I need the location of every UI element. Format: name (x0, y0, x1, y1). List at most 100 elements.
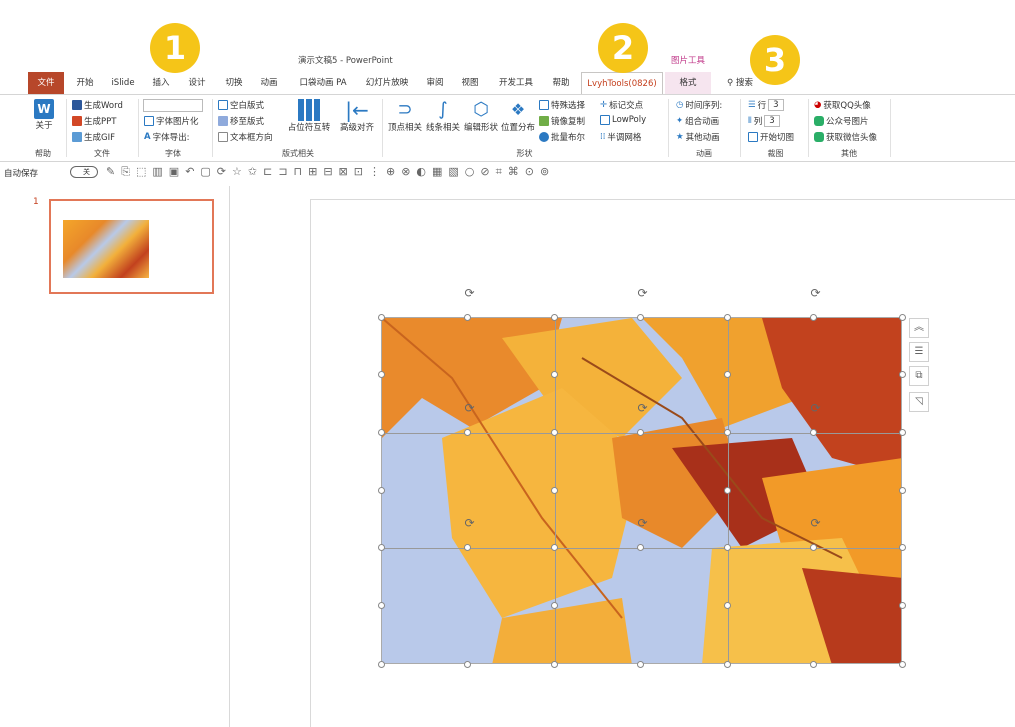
resize-handle[interactable] (899, 314, 906, 321)
tab-lvyhtools[interactable]: LvyhTools(0826) (581, 72, 663, 94)
get-wechat-avatar-button[interactable]: 获取微信头像 (814, 131, 877, 143)
resize-handle[interactable] (724, 544, 731, 551)
crop-corner-icon[interactable]: ◹ (909, 392, 929, 412)
text-direction-button[interactable]: 文本框方向 (218, 131, 273, 143)
arrange-icon[interactable]: ⧉ (909, 366, 929, 386)
special-select-button[interactable]: 特殊选择 (539, 99, 585, 111)
tab-slideshow[interactable]: 幻灯片放映 (362, 72, 412, 94)
tab-format[interactable]: 格式 (665, 72, 711, 94)
resize-handle[interactable] (551, 371, 558, 378)
rotate-handle-icon[interactable]: ⟳ (636, 517, 649, 530)
resize-handle[interactable] (464, 544, 471, 551)
resize-handle[interactable] (378, 487, 385, 494)
mirror-copy-button[interactable]: 镜像复制 (539, 115, 585, 127)
other-animation-button[interactable]: ★ 其他动画 (676, 131, 720, 143)
resize-handle[interactable] (464, 429, 471, 436)
tab-review[interactable]: 审阅 (423, 72, 447, 94)
resize-handle[interactable] (378, 371, 385, 378)
resize-handle[interactable] (724, 429, 731, 436)
tab-pocket-animation[interactable]: 口袋动画 PA (296, 72, 350, 94)
position-distribute-button[interactable]: ❖ 位置分布 (500, 99, 536, 133)
resize-handle[interactable] (899, 429, 906, 436)
resize-handle[interactable] (378, 661, 385, 668)
resize-handle[interactable] (724, 371, 731, 378)
font-export-button[interactable]: A 字体导出: (144, 131, 189, 143)
rotate-handle-icon[interactable]: ⟳ (463, 402, 476, 415)
resize-handle[interactable] (551, 602, 558, 609)
resize-handle[interactable] (810, 314, 817, 321)
tab-home[interactable]: 开始 (72, 72, 98, 94)
resize-handle[interactable] (551, 661, 558, 668)
official-account-button[interactable]: 公众号图片 (814, 115, 869, 127)
combo-animation-button[interactable]: ✦ 组合动画 (676, 115, 719, 127)
halftone-grid-button[interactable]: ⁞⁞ 半调网格 (600, 131, 641, 143)
autumn-leaves-photo[interactable] (381, 317, 902, 664)
row-spinner[interactable]: 3 (768, 99, 784, 111)
resize-handle[interactable] (724, 661, 731, 668)
qat-tool-icons[interactable]: ✎⎘⬚▥▣↶▢⟳☆✩⊏⊐⊓⊞⊟⊠⊡⋮⊕⊗◐▦▧○⊘⌗⌘⊙⊚ (106, 165, 555, 179)
rotate-handle-icon[interactable]: ⟳ (636, 402, 649, 415)
resize-handle[interactable] (464, 314, 471, 321)
line-button[interactable]: ∫ 线条相关 (425, 99, 461, 133)
resize-handle[interactable] (637, 661, 644, 668)
batch-boolean-button[interactable]: 批量布尔 (539, 131, 585, 143)
resize-handle[interactable] (810, 544, 817, 551)
resize-handle[interactable] (378, 544, 385, 551)
mark-intersection-button[interactable]: ✛ 标记交点 (600, 99, 643, 111)
font-to-image-button[interactable]: 字体图片化 (144, 115, 199, 127)
vertex-button[interactable]: ⊃ 顶点相关 (387, 99, 423, 133)
generate-word-button[interactable]: 生成Word (72, 99, 123, 111)
lowpoly-button[interactable]: LowPoly (600, 115, 646, 125)
rotate-handle-icon[interactable]: ⟳ (809, 402, 822, 415)
font-dropdown[interactable] (143, 99, 203, 112)
resize-handle[interactable] (899, 487, 906, 494)
tab-design[interactable]: 设计 (184, 72, 210, 94)
advanced-align-button[interactable]: |← 高级对齐 (337, 99, 377, 133)
resize-handle[interactable] (551, 487, 558, 494)
edit-shape-button[interactable]: ⬡ 编辑形状 (462, 99, 500, 133)
about-button[interactable]: W 关于 (30, 99, 58, 131)
tab-help[interactable]: 帮助 (548, 72, 574, 94)
blank-layout-button[interactable]: 空白版式 (218, 99, 264, 111)
column-spinner[interactable]: 3 (764, 115, 780, 127)
resize-handle[interactable] (724, 487, 731, 494)
resize-handle[interactable] (551, 314, 558, 321)
rotate-handle-icon[interactable]: ⟳ (463, 287, 476, 300)
resize-handle[interactable] (724, 314, 731, 321)
resize-handle[interactable] (378, 429, 385, 436)
resize-handle[interactable] (724, 602, 731, 609)
resize-handle[interactable] (810, 429, 817, 436)
resize-handle[interactable] (637, 429, 644, 436)
tab-animations[interactable]: 动画 (256, 72, 282, 94)
resize-handle[interactable] (637, 544, 644, 551)
rotate-handle-icon[interactable]: ⟳ (809, 517, 822, 530)
resize-handle[interactable] (899, 544, 906, 551)
resize-handle[interactable] (378, 602, 385, 609)
collapse-up-icon[interactable]: ︽ (909, 318, 929, 338)
tab-islide[interactable]: iSlide (108, 72, 138, 94)
rotate-handle-icon[interactable]: ⟳ (463, 517, 476, 530)
resize-handle[interactable] (810, 661, 817, 668)
resize-handle[interactable] (551, 544, 558, 551)
resize-handle[interactable] (378, 314, 385, 321)
rotate-handle-icon[interactable]: ⟳ (636, 287, 649, 300)
tab-transitions[interactable]: 切换 (221, 72, 247, 94)
resize-handle[interactable] (899, 602, 906, 609)
tab-view[interactable]: 视图 (458, 72, 482, 94)
resize-handle[interactable] (899, 661, 906, 668)
placeholder-swap-button[interactable]: 占位符互转 (286, 99, 332, 133)
autosave-toggle[interactable]: 关 (70, 166, 98, 178)
timeline-button[interactable]: ◷ 时间序列: (676, 99, 722, 111)
tab-file[interactable]: 文件 (28, 72, 64, 94)
slide-thumbnail[interactable] (49, 199, 214, 294)
start-crop-button[interactable]: 开始切图 (748, 131, 794, 143)
generate-gif-button[interactable]: 生成GIF (72, 131, 115, 143)
resize-handle[interactable] (637, 314, 644, 321)
get-qq-avatar-button[interactable]: ◕ 获取QQ头像 (814, 99, 871, 111)
resize-handle[interactable] (464, 661, 471, 668)
tab-developer[interactable]: 开发工具 (495, 72, 537, 94)
generate-ppt-button[interactable]: 生成PPT (72, 115, 116, 127)
rotate-handle-icon[interactable]: ⟳ (809, 287, 822, 300)
resize-handle[interactable] (899, 371, 906, 378)
layout-options-icon[interactable]: ☰ (909, 342, 929, 362)
